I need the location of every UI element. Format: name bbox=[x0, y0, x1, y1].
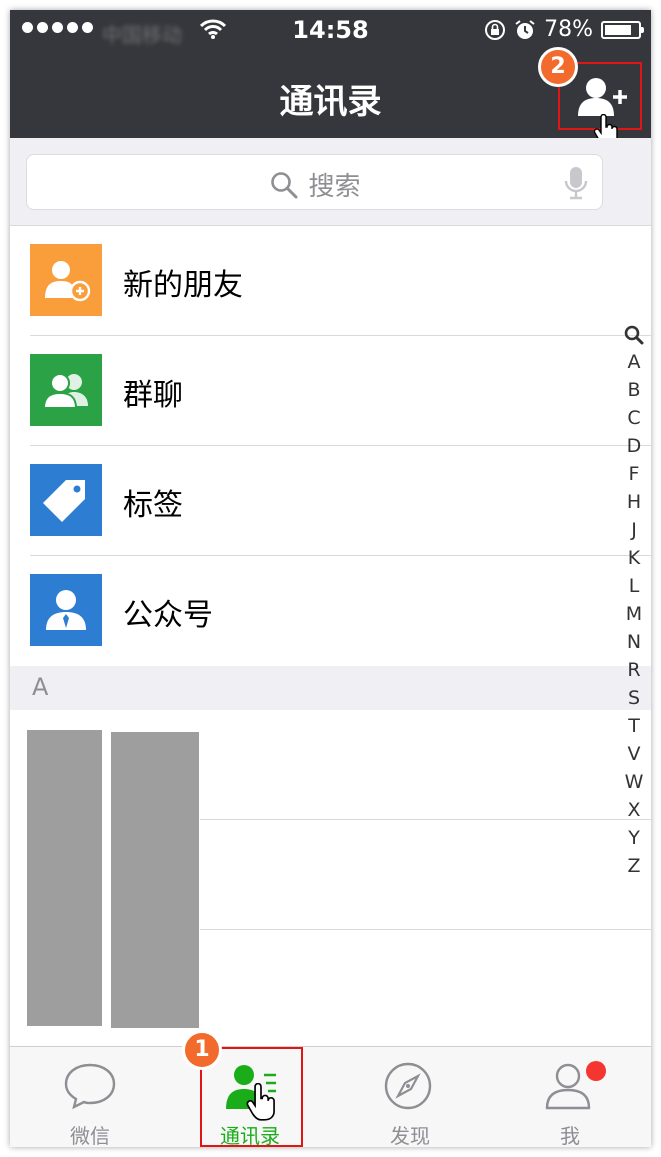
index-letter-y[interactable]: Y bbox=[622, 824, 646, 852]
compass-icon bbox=[384, 1062, 432, 1110]
status-bar: 中国移动 14:58 78% bbox=[10, 10, 651, 52]
group-chat-icon bbox=[30, 354, 102, 426]
phone-screen: 中国移动 14:58 78% 通讯录 2 搜索 新的朋友 群聊 标签 公众号 A… bbox=[10, 10, 651, 1147]
tab-discover[interactable]: 发现 bbox=[330, 1047, 490, 1147]
new-friend-icon bbox=[30, 244, 102, 316]
section-header: A bbox=[10, 666, 651, 710]
tab-me[interactable]: 我 bbox=[490, 1047, 650, 1147]
index-letter-x[interactable]: X bbox=[622, 796, 646, 824]
list-item-label: 群聊 bbox=[123, 378, 183, 413]
tab-chats[interactable]: 微信 bbox=[10, 1047, 170, 1147]
list-item-group-chats[interactable]: 群聊 bbox=[10, 336, 651, 446]
tab-label: 我 bbox=[560, 1124, 580, 1147]
tag-icon bbox=[30, 464, 102, 536]
index-letter-a[interactable]: A bbox=[622, 348, 646, 376]
nav-header: 中国移动 14:58 78% 通讯录 2 bbox=[10, 10, 651, 146]
list-item-label: 公众号 bbox=[123, 598, 213, 633]
index-letter-c[interactable]: C bbox=[622, 404, 646, 432]
index-letter-n[interactable]: N bbox=[622, 628, 646, 656]
battery-percent: 78% bbox=[544, 17, 593, 42]
index-letter-l[interactable]: L bbox=[622, 572, 646, 600]
tab-label: 微信 bbox=[70, 1124, 110, 1147]
tab-bar: 微信 通讯录 发现 我 bbox=[10, 1046, 651, 1147]
section-letter: A bbox=[32, 673, 49, 701]
index-letter-k[interactable]: K bbox=[622, 544, 646, 572]
search-placeholder: 搜索 bbox=[308, 172, 361, 202]
microphone-icon[interactable] bbox=[564, 166, 588, 200]
add-user-icon bbox=[578, 78, 627, 116]
list-item-tags[interactable]: 标签 bbox=[10, 446, 651, 556]
list-item-new-friends[interactable]: 新的朋友 bbox=[10, 226, 651, 336]
index-letter-s[interactable]: S bbox=[622, 684, 646, 712]
search-icon bbox=[271, 171, 298, 198]
index-letter-f[interactable]: F bbox=[622, 460, 646, 488]
battery-icon bbox=[601, 20, 644, 39]
alphabet-index[interactable]: ABCDFHJKLMNRSTVWXYZ bbox=[622, 320, 646, 880]
list-item-label: 标签 bbox=[123, 488, 183, 523]
index-letter-z[interactable]: Z bbox=[622, 852, 646, 880]
notification-dot bbox=[586, 1061, 606, 1081]
index-letter-j[interactable]: J bbox=[622, 516, 646, 544]
redacted-name bbox=[111, 732, 199, 1028]
list-item-label: 新的朋友 bbox=[123, 268, 243, 303]
contact-row[interactable] bbox=[10, 710, 651, 820]
list-item-official-accounts[interactable]: 公众号 bbox=[10, 556, 651, 666]
step-badge-1: 1 bbox=[182, 1030, 222, 1070]
official-account-icon bbox=[30, 574, 102, 646]
index-letter-v[interactable]: V bbox=[622, 740, 646, 768]
redacted-avatar bbox=[27, 730, 102, 1026]
contact-row[interactable] bbox=[10, 930, 651, 1040]
index-search-icon[interactable] bbox=[622, 320, 646, 348]
step-badge-2: 2 bbox=[538, 47, 578, 87]
tab-label: 发现 bbox=[390, 1124, 430, 1147]
index-letter-d[interactable]: D bbox=[622, 432, 646, 460]
search-bar-area: 搜索 bbox=[10, 138, 651, 226]
index-letter-m[interactable]: M bbox=[622, 600, 646, 628]
index-letter-t[interactable]: T bbox=[622, 712, 646, 740]
alarm-icon bbox=[515, 19, 535, 39]
index-letter-r[interactable]: R bbox=[622, 656, 646, 684]
index-letter-b[interactable]: B bbox=[622, 376, 646, 404]
search-input[interactable]: 搜索 bbox=[26, 154, 603, 210]
contact-row[interactable] bbox=[10, 820, 651, 930]
index-letter-w[interactable]: W bbox=[622, 768, 646, 796]
rotation-lock-icon bbox=[485, 19, 506, 40]
chat-bubble-icon bbox=[64, 1063, 116, 1110]
index-letter-h[interactable]: H bbox=[622, 488, 646, 516]
